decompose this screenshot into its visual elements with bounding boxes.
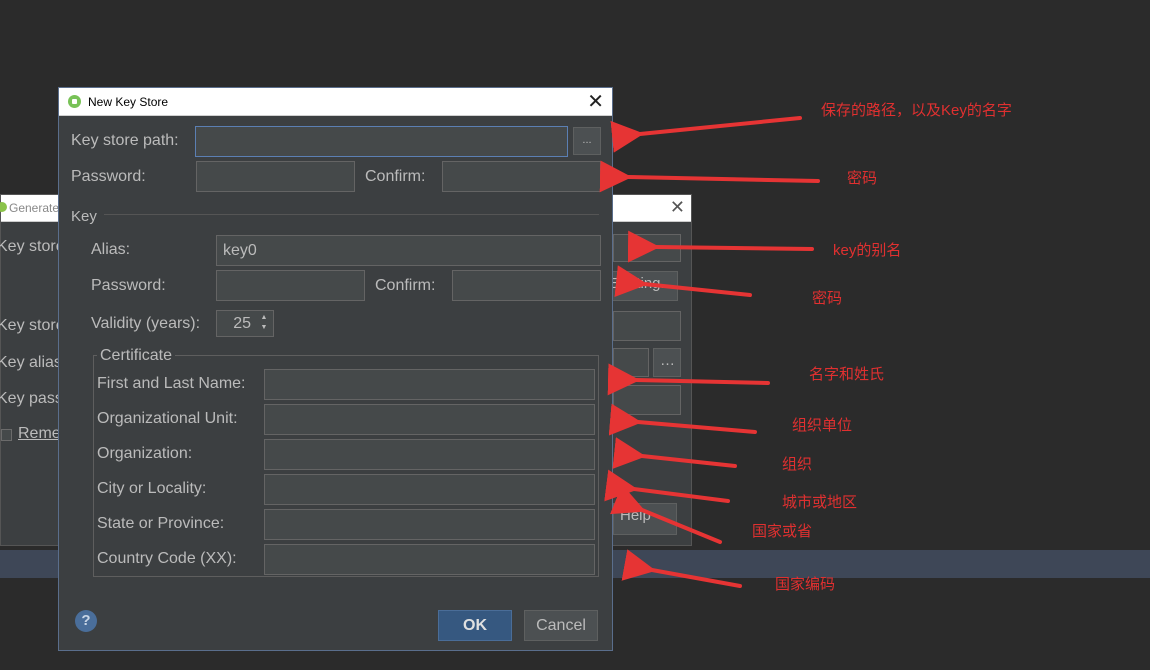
arrow-org-unit xyxy=(608,403,757,436)
arrow-key-store-path xyxy=(610,116,802,153)
annotation-country: 国家编码 xyxy=(775,576,836,593)
annotation-state: 国家或省 xyxy=(752,523,813,540)
arrow-organization xyxy=(612,437,737,469)
annotation-city: 城市或地区 xyxy=(782,494,858,511)
annotation-organization: 组织 xyxy=(782,456,813,473)
arrow-city xyxy=(604,469,730,503)
annotation-name: 名字和姓氏 xyxy=(809,366,885,383)
arrow-alias xyxy=(627,230,814,263)
arrow-country xyxy=(621,549,742,588)
arrow-name xyxy=(607,363,770,396)
arrow-state xyxy=(610,484,722,544)
annotation-password: 密码 xyxy=(847,170,878,187)
annotation-path: 保存的路径，以及Key的名字 xyxy=(821,102,1012,119)
annotation-alias: key的别名 xyxy=(833,242,902,259)
arrow-key-password xyxy=(614,265,752,298)
arrow-store-password xyxy=(599,160,820,193)
annotation-org-unit: 组织单位 xyxy=(792,417,853,434)
annotation-key-password: 密码 xyxy=(812,290,843,307)
